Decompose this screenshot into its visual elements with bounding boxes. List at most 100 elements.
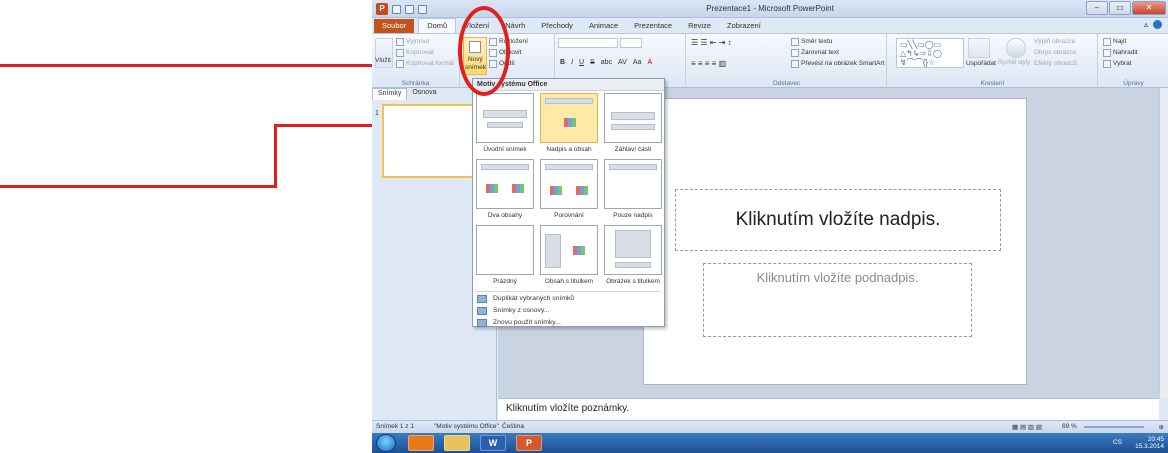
close-button[interactable]: ✕ bbox=[1132, 1, 1166, 15]
layout-title-bar bbox=[545, 98, 593, 104]
group-editing: Najít Nahradit Vybrat Úpravy bbox=[1099, 34, 1168, 88]
subtitle-placeholder[interactable]: Kliknutím vložíte podnadpis. bbox=[703, 263, 972, 337]
shape-effects-button[interactable]: Efekty obrazců bbox=[1034, 60, 1077, 67]
layout-title-bar bbox=[481, 164, 529, 170]
ribbon-help-area: ▵ bbox=[1144, 20, 1162, 29]
layout-picture-caption[interactable] bbox=[604, 225, 662, 275]
layout-title-content[interactable] bbox=[540, 93, 598, 143]
font-name-combo[interactable] bbox=[558, 38, 618, 48]
layout-content-caption[interactable] bbox=[540, 225, 598, 275]
content-icon bbox=[576, 186, 588, 195]
smartart-button[interactable]: Převést na obrázek SmartArt bbox=[801, 60, 884, 67]
char-spacing-button[interactable]: AV bbox=[618, 59, 627, 66]
vertical-scrollbar[interactable] bbox=[1159, 88, 1168, 398]
arrange-label: Uspořádat bbox=[966, 60, 996, 67]
taskbar-media-player-icon[interactable] bbox=[408, 435, 434, 451]
shape-fill-button[interactable]: Výplň obrazce bbox=[1034, 38, 1075, 45]
arrange-button[interactable] bbox=[968, 38, 990, 58]
taskbar-word-icon[interactable]: W bbox=[480, 435, 506, 451]
layout-caption-bar bbox=[545, 234, 561, 268]
tray-time: 20:45 bbox=[1147, 436, 1164, 443]
cut-button[interactable]: Vyjmout bbox=[406, 38, 429, 45]
title-placeholder[interactable]: Kliknutím vložíte nadpis. bbox=[675, 189, 1001, 251]
help-icon[interactable] bbox=[1153, 20, 1162, 29]
layout-comparison[interactable] bbox=[540, 159, 598, 209]
underline-button[interactable]: U bbox=[579, 59, 584, 66]
layout-title-slide[interactable] bbox=[476, 93, 534, 143]
shape-outline-button[interactable]: Obrys obrazce bbox=[1034, 49, 1076, 56]
notes-pane[interactable]: Kliknutím vložíte poznámky. bbox=[498, 398, 1159, 420]
maximize-button[interactable]: ▭ bbox=[1109, 1, 1131, 15]
status-theme: "Motiv systému Office" bbox=[434, 423, 499, 430]
tray-clock[interactable]: 20:45 15.3.2014 bbox=[1135, 436, 1164, 450]
tab-view[interactable]: Zobrazení bbox=[719, 19, 769, 33]
layout-section-header[interactable] bbox=[604, 93, 662, 143]
abc-button[interactable]: abc bbox=[601, 59, 612, 66]
format-painter-button[interactable]: Kopírovat formát bbox=[406, 60, 454, 67]
smartart-icon bbox=[791, 60, 799, 68]
fit-window-icon[interactable]: ⊕ bbox=[1159, 423, 1164, 431]
duplicate-slides-icon bbox=[477, 295, 487, 303]
status-language[interactable]: Čeština bbox=[502, 423, 524, 430]
ribbon-minimize-icon[interactable]: ▵ bbox=[1144, 20, 1148, 29]
font-color-button[interactable]: A bbox=[647, 59, 652, 66]
layout-title-bar bbox=[611, 112, 655, 120]
tab-slideshow[interactable]: Prezentace bbox=[626, 19, 680, 33]
tab-animations[interactable]: Animace bbox=[581, 19, 626, 33]
menu-reuse-slides[interactable]: Znovu použít snímky... bbox=[493, 319, 561, 326]
content-icon bbox=[573, 246, 585, 255]
layout-two-content[interactable] bbox=[476, 159, 534, 209]
tab-slides[interactable]: Snímky bbox=[372, 88, 408, 100]
taskbar-powerpoint-icon[interactable]: P bbox=[516, 435, 542, 451]
tab-home[interactable]: Domů bbox=[418, 18, 457, 33]
align-text-icon bbox=[791, 49, 799, 57]
minimize-button[interactable]: – bbox=[1086, 1, 1108, 15]
strike-button[interactable]: S bbox=[590, 59, 595, 66]
group-label-clipboard: Schránka bbox=[401, 80, 430, 87]
slide-thumbnail[interactable] bbox=[382, 104, 482, 178]
tab-review[interactable]: Revize bbox=[680, 19, 719, 33]
menu-slides-from-outline[interactable]: Snímky z osnovy... bbox=[493, 307, 550, 314]
text-direction-button[interactable]: Směr textu bbox=[801, 38, 832, 45]
paragraph-align-buttons[interactable]: ≡ ≡ ≡ ≡ ▥ bbox=[691, 59, 726, 68]
layout-label-picture-caption: Obrázek s titulkem bbox=[606, 278, 660, 285]
zoom-level[interactable]: 69 % bbox=[1062, 423, 1077, 430]
font-size-combo[interactable] bbox=[620, 38, 642, 48]
layout-picture-bar bbox=[615, 230, 651, 258]
replace-button[interactable]: Nahradit bbox=[1113, 49, 1138, 56]
paragraph-list-buttons[interactable]: ☰ ☰ ⇤ ⇥ ↕ bbox=[691, 38, 732, 47]
windows-taskbar: W P CS 20:45 15.3.2014 bbox=[372, 433, 1168, 453]
layout-title-bar bbox=[483, 110, 527, 118]
group-label-paragraph: Odstavec bbox=[772, 80, 801, 87]
content-icon bbox=[512, 184, 524, 193]
bold-button[interactable]: B bbox=[560, 59, 565, 66]
tray-language[interactable]: CS bbox=[1113, 439, 1122, 446]
taskbar-explorer-icon[interactable] bbox=[444, 435, 470, 451]
slides-from-outline-icon bbox=[477, 307, 487, 315]
italic-button[interactable]: I bbox=[571, 59, 573, 66]
view-buttons[interactable]: ▦ ▤ ▥ ▧ bbox=[1012, 423, 1042, 431]
menu-duplicate-slides[interactable]: Duplikát vybraných snímků bbox=[493, 295, 574, 302]
quick-styles-label: Rychlé styly bbox=[998, 60, 1031, 66]
find-button[interactable]: Najít bbox=[1113, 38, 1126, 45]
tab-transitions[interactable]: Přechody bbox=[533, 19, 581, 33]
layout-title-only[interactable] bbox=[604, 159, 662, 209]
layout-caption-bar bbox=[615, 262, 651, 268]
tab-outline[interactable]: Osnova bbox=[407, 88, 441, 100]
slide-canvas[interactable]: Kliknutím vložíte nadpis. Kliknutím vlož… bbox=[643, 98, 1027, 385]
select-button[interactable]: Vybrat bbox=[1113, 60, 1132, 67]
reuse-slides-icon bbox=[477, 319, 487, 327]
shapes-gallery[interactable]: ▭╲╲▭◯▭ △↰↳⇨⇩◯ ↯⌒⌒{}☆ bbox=[896, 38, 964, 68]
layout-title-bar bbox=[545, 164, 593, 170]
group-label-drawing: Kreslení bbox=[980, 80, 1005, 87]
layout-blank[interactable] bbox=[476, 225, 534, 275]
quick-styles-button[interactable] bbox=[1006, 38, 1026, 58]
align-text-button[interactable]: Zarovnat text bbox=[801, 49, 839, 56]
layout-label-comparison: Porovnání bbox=[554, 212, 584, 219]
zoom-slider[interactable] bbox=[1084, 426, 1144, 428]
status-slide-count: Snímek 1 z 1 bbox=[376, 423, 414, 430]
tab-file[interactable]: Soubor bbox=[374, 19, 415, 33]
copy-button[interactable]: Kopírovat bbox=[406, 49, 434, 56]
change-case-button[interactable]: Aa bbox=[633, 59, 642, 66]
start-button-icon[interactable] bbox=[376, 434, 396, 452]
